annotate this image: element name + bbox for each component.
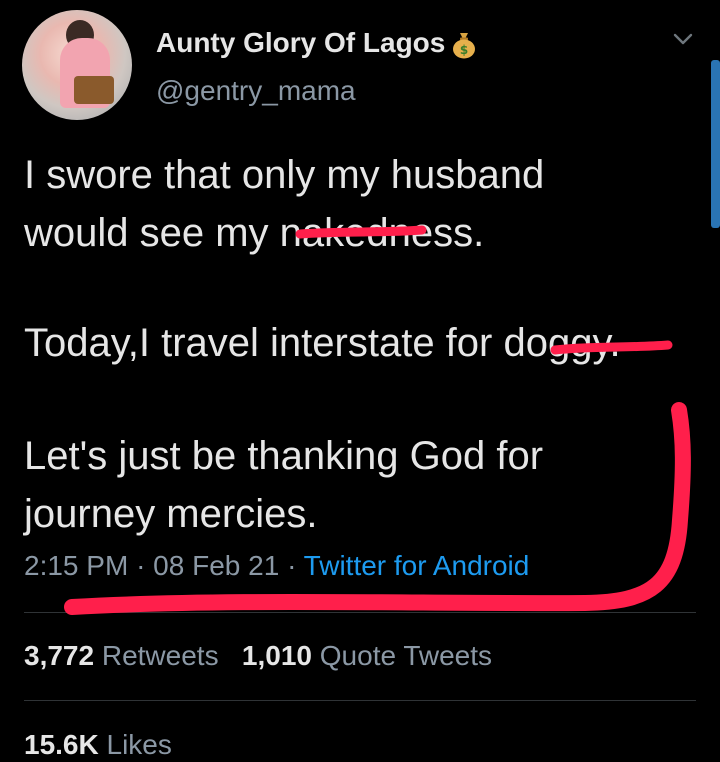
- quote-tweets-count: 1,010: [241, 640, 312, 671]
- tweet-source-link[interactable]: Twitter for Android: [304, 550, 530, 581]
- likes-label: Likes: [106, 729, 172, 760]
- retweets-stat[interactable]: 3,772 Retweets: [24, 640, 219, 671]
- tweet-detail: Aunty Glory Of Lagos $ @gentry_mama I sw…: [0, 0, 720, 762]
- tweet-text-line: journey mercies.: [24, 492, 318, 536]
- tweet-text-line: I swore that only my husband: [24, 153, 545, 197]
- tweet-meta: 2:15 PM · 08 Feb 21 · Twitter for Androi…: [24, 550, 529, 582]
- retweets-label: Retweets: [101, 640, 219, 671]
- meta-separator: ·: [136, 550, 146, 581]
- likes-stat[interactable]: 15.6K Likes: [24, 729, 172, 761]
- svg-text:$: $: [460, 43, 468, 57]
- divider: [24, 612, 696, 613]
- avatar-bag: [74, 76, 114, 104]
- quote-tweets-stat[interactable]: 1,010 Quote Tweets: [242, 640, 492, 671]
- meta-separator: ·: [287, 550, 297, 581]
- tweet-text-line: would see my nakedness.: [24, 211, 485, 255]
- author-name-row[interactable]: Aunty Glory Of Lagos $: [156, 27, 477, 59]
- retweets-count: 3,772: [24, 640, 95, 671]
- likes-count: 15.6K: [24, 729, 99, 760]
- quote-tweets-label: Quote Tweets: [319, 640, 493, 671]
- divider: [24, 700, 696, 701]
- avatar[interactable]: [22, 10, 132, 120]
- scrollbar[interactable]: [711, 60, 720, 228]
- tweet-time[interactable]: 2:15 PM: [24, 550, 128, 581]
- tweet-text-line: Today,I travel interstate for doggy.: [24, 321, 621, 365]
- tweet-date[interactable]: 08 Feb 21: [153, 550, 279, 581]
- money-bag-icon: $: [453, 32, 476, 59]
- author-handle[interactable]: @gentry_mama: [156, 75, 356, 107]
- author-display-name[interactable]: Aunty Glory Of Lagos: [156, 27, 445, 58]
- chevron-down-icon[interactable]: [672, 28, 694, 50]
- tweet-text-line: Let's just be thanking God for: [24, 434, 544, 478]
- engagement-row: 3,772 Retweets 1,010 Quote Tweets: [24, 640, 492, 672]
